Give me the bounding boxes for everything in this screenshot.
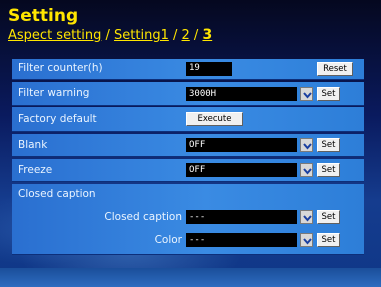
- freeze-row: Freeze OFF Set: [12, 159, 364, 182]
- closed-caption-label: Closed caption: [104, 211, 182, 223]
- breadcrumb-page-2[interactable]: 2: [182, 28, 190, 43]
- freeze-set-button[interactable]: Set: [317, 163, 340, 177]
- filter-counter-row: Filter counter(h) 19 Reset: [12, 59, 364, 80]
- filter-warning-select[interactable]: 3000H: [186, 87, 297, 101]
- breadcrumb-separator: /: [101, 28, 115, 43]
- filter-warning-label: Filter warning: [18, 87, 90, 99]
- chevron-down-icon: [303, 143, 312, 150]
- filter-warning-set-button[interactable]: Set: [317, 87, 340, 101]
- factory-default-label: Factory default: [18, 113, 97, 125]
- freeze-select[interactable]: OFF: [186, 163, 297, 177]
- chevron-down-icon: [303, 168, 312, 175]
- breadcrumb-separator: /: [168, 28, 182, 43]
- factory-default-row: Factory default Execute: [12, 107, 364, 132]
- blank-row: Blank OFF Set: [12, 134, 364, 157]
- closed-caption-section: Closed caption Closed caption --- Set Co…: [12, 184, 364, 255]
- execute-button[interactable]: Execute: [186, 112, 243, 126]
- freeze-dropdown[interactable]: [300, 163, 313, 177]
- bottom-band: [0, 268, 381, 287]
- filter-warning-dropdown[interactable]: [300, 87, 313, 101]
- closed-caption-section-label: Closed caption: [18, 188, 96, 200]
- page-title: Setting: [8, 6, 79, 26]
- breadcrumb-separator: /: [189, 28, 203, 43]
- chevron-down-icon: [303, 215, 312, 222]
- filter-counter-value: 19: [186, 62, 232, 76]
- color-select[interactable]: ---: [186, 233, 297, 247]
- blank-select[interactable]: OFF: [186, 138, 297, 152]
- chevron-down-icon: [303, 238, 312, 245]
- breadcrumb-aspect-setting[interactable]: Aspect setting: [8, 28, 101, 43]
- closed-caption-select[interactable]: ---: [186, 210, 297, 224]
- filter-warning-row: Filter warning 3000H Set: [12, 82, 364, 106]
- blank-set-button[interactable]: Set: [317, 138, 340, 152]
- blank-label: Blank: [18, 139, 48, 151]
- reset-button[interactable]: Reset: [317, 62, 353, 76]
- freeze-label: Freeze: [18, 164, 53, 176]
- closed-caption-set-button[interactable]: Set: [317, 210, 340, 224]
- color-dropdown[interactable]: [300, 233, 313, 247]
- breadcrumb-setting1[interactable]: Setting1: [114, 28, 169, 43]
- color-label: Color: [154, 234, 182, 246]
- closed-caption-dropdown[interactable]: [300, 210, 313, 224]
- color-set-button[interactable]: Set: [317, 233, 340, 247]
- chevron-down-icon: [303, 92, 312, 99]
- blank-dropdown[interactable]: [300, 138, 313, 152]
- breadcrumb: Aspect setting / Setting1 / 2 / 3: [8, 27, 212, 43]
- breadcrumb-page-3: 3: [202, 27, 213, 43]
- filter-counter-label: Filter counter(h): [18, 62, 103, 74]
